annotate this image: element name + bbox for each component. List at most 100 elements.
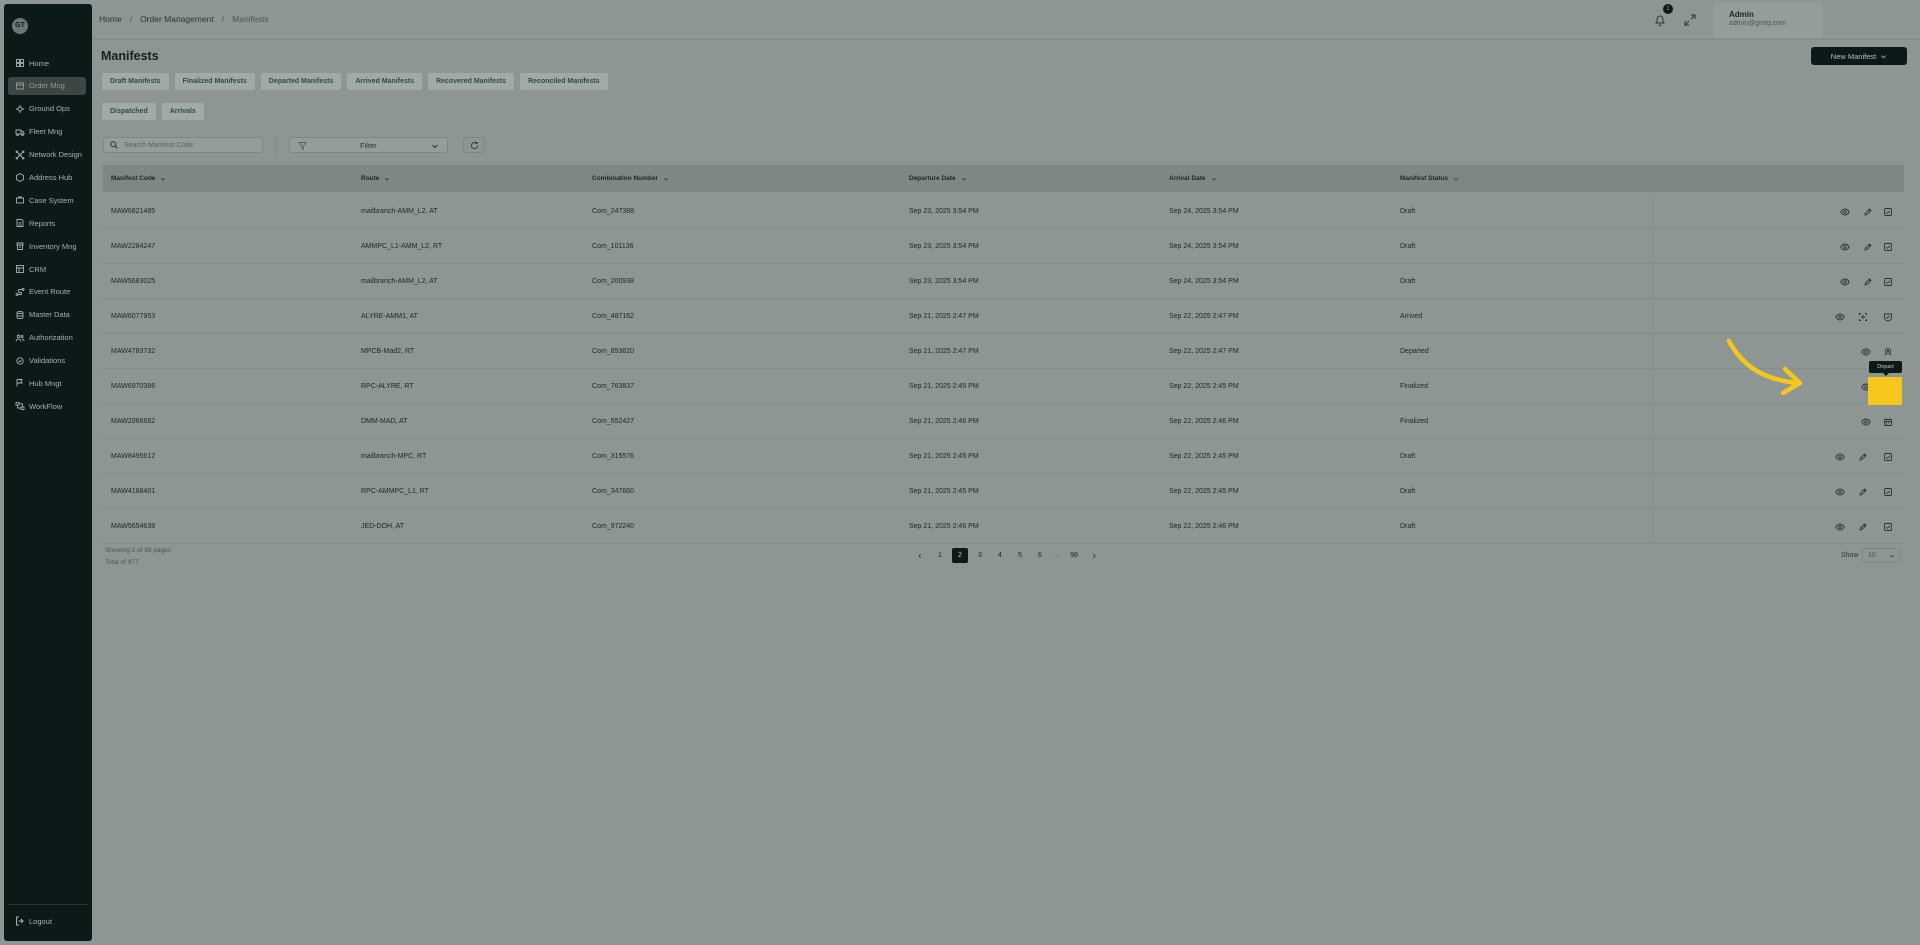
column-header-manifest-code[interactable]: Manifest Code: [111, 175, 166, 182]
view-icon: [1860, 418, 1871, 425]
finalize-button[interactable]: [1882, 521, 1893, 532]
filter-icon: [298, 142, 307, 150]
page-button-98[interactable]: 98: [1066, 548, 1082, 563]
search-input[interactable]: [124, 141, 254, 149]
edit-button[interactable]: [1862, 241, 1873, 252]
sidebar-item-reports[interactable]: Reports: [8, 214, 86, 232]
view-button[interactable]: [1839, 241, 1850, 252]
finalize-button[interactable]: [1882, 486, 1893, 497]
page-button-1[interactable]: 1: [932, 548, 948, 563]
sidebar-item-fleet-mng[interactable]: Fleet Mng: [8, 123, 86, 141]
view-button[interactable]: [1839, 276, 1850, 287]
view-button[interactable]: [1860, 346, 1871, 357]
next-page-button[interactable]: [1086, 548, 1102, 563]
sidebar-item-ground-ops[interactable]: Ground Ops: [8, 100, 86, 118]
edit-icon: [1863, 277, 1872, 286]
sidebar-item-workflow[interactable]: WorkFlow: [8, 397, 86, 415]
cell-combo: Com_552427: [592, 418, 635, 425]
tab-departed-manifests[interactable]: Departed Manifests: [260, 73, 342, 90]
edit-button[interactable]: [1857, 521, 1868, 532]
finalize-button[interactable]: [1882, 206, 1893, 217]
sidebar-item-case-system[interactable]: Case System: [8, 191, 86, 209]
edit-button[interactable]: [1857, 451, 1868, 462]
page-button-5[interactable]: 5: [1012, 548, 1028, 563]
sidebar-item-master-data[interactable]: Master Data: [8, 306, 86, 324]
new-manifest-button[interactable]: New Manifest: [1811, 47, 1907, 65]
sidebar-item-authorization[interactable]: Authorization: [8, 329, 86, 347]
sidebar-item-validations[interactable]: Validations: [8, 352, 86, 370]
expand-icon[interactable]: [1683, 13, 1697, 27]
column-header-label: Departure Date: [909, 175, 956, 182]
view-button[interactable]: [1834, 311, 1845, 322]
actions-divider: [1653, 369, 1654, 404]
app-logo[interactable]: GT: [12, 18, 28, 34]
tab-draft-manifests[interactable]: Draft Manifests: [102, 73, 169, 90]
page-button-2[interactable]: 2: [952, 548, 968, 563]
column-header-label: Manifest Status: [1400, 175, 1449, 182]
tab-arrived-manifests[interactable]: Arrived Manifests: [347, 73, 423, 90]
arrive-button[interactable]: [1882, 346, 1893, 357]
pagination: 1 2 3 4 5 6... 98: [912, 548, 1102, 563]
page-button-6[interactable]: 6: [1032, 548, 1048, 563]
sidebar-item-crm[interactable]: CRM: [8, 260, 86, 278]
sidebar-item-order-mng[interactable]: Order Mng: [8, 76, 86, 95]
tab-recovered-manifests[interactable]: Recovered Manifests: [428, 73, 515, 90]
sidebar-item-event-route[interactable]: Event Route: [8, 283, 86, 301]
page-button-3[interactable]: 3: [972, 548, 988, 563]
finalize-icon: [1883, 452, 1892, 461]
cell-combo: Com_347660: [592, 488, 635, 495]
logout-button[interactable]: Logout: [15, 916, 52, 926]
view-icon: [1839, 278, 1850, 285]
tab-reconciled-manifests[interactable]: Reconciled Manifests: [520, 73, 608, 90]
prev-page-button[interactable]: [912, 548, 928, 563]
finalize-button[interactable]: [1882, 241, 1893, 252]
tab-arrivals[interactable]: Arrivals: [161, 103, 204, 120]
finalize-icon: [1883, 242, 1892, 251]
sidebar-item-label: Validations: [29, 356, 66, 366]
column-header-combination-number[interactable]: Combination Number: [592, 175, 669, 182]
sidebar-item-network-design[interactable]: Network Design: [8, 146, 86, 164]
view-button[interactable]: [1834, 451, 1845, 462]
filter-dropdown[interactable]: Filter: [289, 137, 448, 153]
column-header-manifest-status[interactable]: Manifest Status: [1400, 175, 1459, 182]
sidebar-item-label: WorkFlow: [29, 401, 63, 411]
finalize-button[interactable]: [1882, 276, 1893, 287]
sort-chevron-icon: [1453, 177, 1459, 181]
user-menu[interactable]: Admin admin@gmtq.com: [1713, 2, 1823, 38]
page-size-select[interactable]: 10: [1862, 548, 1901, 563]
column-header-route[interactable]: Route: [361, 175, 390, 182]
bell-icon[interactable]: [1653, 13, 1667, 27]
depart-button[interactable]: [1882, 416, 1893, 427]
view-button[interactable]: [1834, 521, 1845, 532]
tab-dispatched[interactable]: Dispatched: [102, 103, 156, 120]
recover-button[interactable]: [1882, 311, 1893, 322]
sidebar-item-home[interactable]: Home: [8, 54, 86, 72]
sidebar-item-address-hub[interactable]: Address Hub: [8, 168, 86, 186]
scan-icon: [1858, 312, 1867, 321]
scan-button[interactable]: [1857, 311, 1868, 322]
column-header-arrival-date[interactable]: Arrival Date: [1169, 175, 1217, 182]
sidebar-item-hub-mngt[interactable]: Hub Mngt: [8, 374, 86, 392]
column-header-label: Arrival Date: [1169, 175, 1206, 182]
view-icon: [1839, 243, 1850, 250]
depart-tooltip: Depart: [1869, 361, 1902, 376]
edit-button[interactable]: [1862, 206, 1873, 217]
breadcrumb-home[interactable]: Home: [99, 14, 122, 24]
breadcrumb-order-management[interactable]: Order Management: [140, 14, 214, 24]
page-button-4[interactable]: 4: [992, 548, 1008, 563]
cell-code: MAW6077953: [111, 313, 156, 320]
finalize-button[interactable]: [1882, 451, 1893, 462]
edit-button[interactable]: [1862, 276, 1873, 287]
sidebar-item-inventory-mng[interactable]: Inventory Mng: [8, 237, 86, 255]
sidebar-item-label: Reports: [29, 218, 56, 228]
column-header-departure-date[interactable]: Departure Date: [909, 175, 967, 182]
view-button[interactable]: [1860, 416, 1871, 427]
orders-icon: [16, 82, 24, 90]
view-button[interactable]: [1839, 206, 1850, 217]
edit-button[interactable]: [1857, 486, 1868, 497]
cell-dep: Sep 23, 2025 3:54 PM: [909, 278, 979, 285]
address-icon: [16, 173, 24, 183]
tab-finalized-manifests[interactable]: Finalized Manifests: [174, 73, 255, 90]
refresh-button[interactable]: [463, 137, 485, 153]
view-button[interactable]: [1834, 486, 1845, 497]
